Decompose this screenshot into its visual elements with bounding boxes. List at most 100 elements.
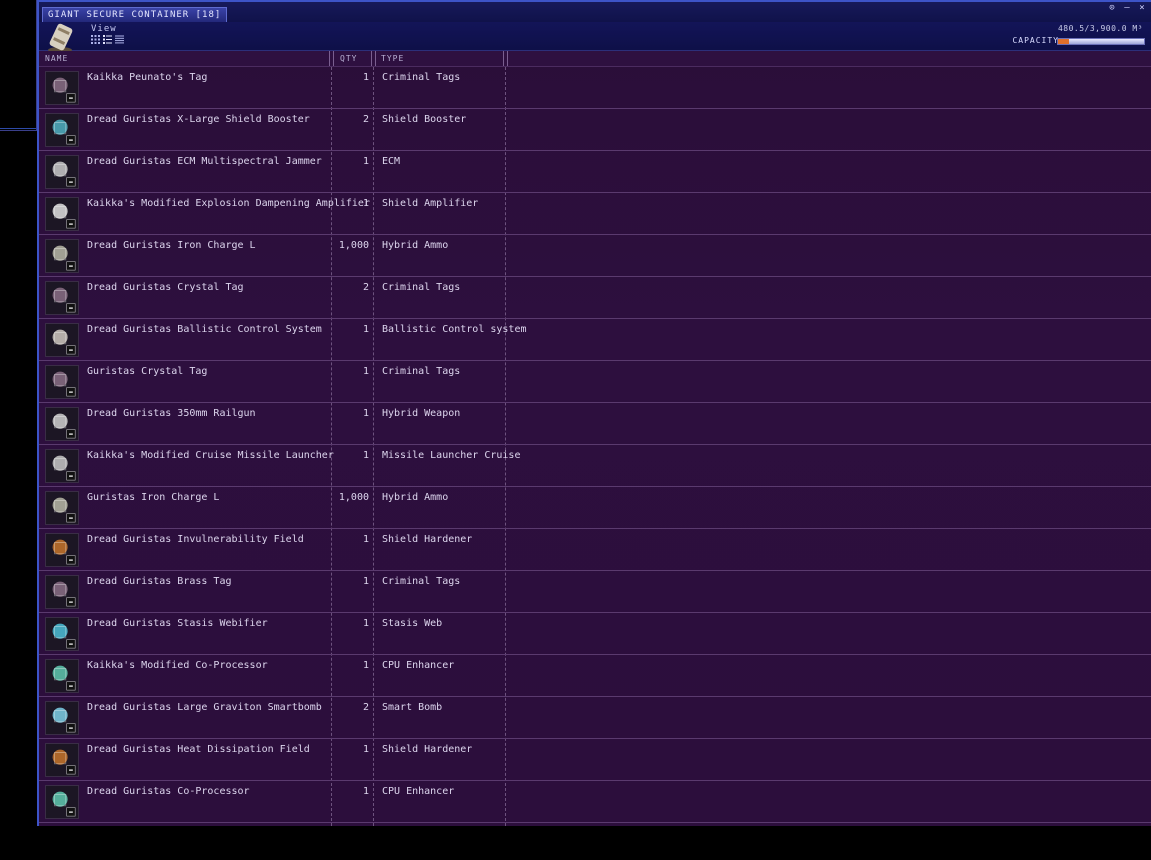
item-name: Dread Guristas Iron Charge L	[87, 240, 256, 251]
stasis-web-icon	[45, 617, 79, 651]
item-type: Criminal Tags	[382, 282, 461, 293]
smartbomb-icon	[45, 701, 79, 735]
item-name: Guristas Crystal Tag	[87, 366, 208, 377]
item-type: Missile Launcher Cruise	[382, 450, 521, 461]
shield-amplifier-icon	[45, 197, 79, 231]
item-qty: 1	[362, 744, 369, 755]
table-row[interactable]: Kaikka's Modified Co-Processor 1 CPU Enhan…	[39, 655, 1151, 697]
item-type: Hybrid Weapon	[382, 408, 461, 419]
table-row[interactable]: Kaikka's Modified Explosion Dampening Am…	[39, 193, 1151, 235]
tag-icon	[45, 365, 79, 399]
table-row[interactable]: Dread Guristas ECM Multispectral Jammer 1…	[39, 151, 1151, 193]
item-qty: 1	[362, 408, 369, 419]
item-name: Dread Guristas Stasis Webifier	[87, 618, 268, 629]
table-row[interactable]: Guristas Iron Charge L 1,000 Hybrid Ammo	[39, 487, 1151, 529]
table-row[interactable]: Dread Guristas Heat Dissipation Field 1 Sh…	[39, 739, 1151, 781]
item-type: Shield Hardener	[382, 534, 473, 545]
icon-view-icon[interactable]	[91, 35, 100, 44]
table-row[interactable]: Dread Guristas Large Graviton Smartbomb 2…	[39, 697, 1151, 739]
item-qty: 1	[362, 576, 369, 587]
missile-launcher-icon	[45, 449, 79, 483]
table-row[interactable]: Kaikka Peunato's Tag 1 Criminal Tags	[39, 67, 1151, 109]
item-name: Dread Guristas X-Large Shield Booster	[87, 114, 310, 125]
table-row[interactable]: Dread Guristas 350mm Railgun 1 Hybrid Weap…	[39, 403, 1151, 445]
cpu-icon	[45, 659, 79, 693]
cpu-icon	[45, 785, 79, 819]
item-qty: 1	[362, 366, 369, 377]
background-panel-edge	[0, 0, 37, 131]
capacity-label: CAPACITY	[1012, 36, 1059, 45]
view-label: View	[91, 24, 117, 34]
item-qty: 2	[362, 282, 369, 293]
item-type: Criminal Tags	[382, 72, 461, 83]
item-name: Dread Guristas Ballistic Control System	[87, 324, 322, 335]
list-view-icon[interactable]	[115, 35, 124, 44]
column-type-header[interactable]: TYPE	[381, 54, 404, 63]
item-type: Hybrid Ammo	[382, 240, 449, 251]
table-row[interactable]: Dread Guristas Crystal Tag 2 Criminal Tags	[39, 277, 1151, 319]
item-name: Dread Guristas ECM Multispectral Jammer	[87, 156, 322, 167]
capacity-fill	[1058, 39, 1069, 44]
tag-icon	[45, 575, 79, 609]
table-row[interactable]: Dread Guristas Brass Tag 1 Criminal Tags	[39, 571, 1151, 613]
ecm-icon	[45, 155, 79, 189]
details-view-icon[interactable]	[103, 35, 112, 44]
table-row[interactable]: Dread Guristas Co-Processor 1 CPU Enhancer	[39, 781, 1151, 823]
column-qty-header[interactable]: QTY	[340, 54, 357, 63]
item-list: Kaikka Peunato's Tag 1 Criminal Tags Dread …	[39, 67, 1151, 826]
item-qty: 1	[362, 786, 369, 797]
capacity-value: 480.5/3,900.0 M³	[1057, 24, 1143, 33]
ballistic-control-icon	[45, 323, 79, 357]
ammo-icon	[45, 491, 79, 525]
view-mode-toggle	[91, 35, 124, 44]
item-type: Smart Bomb	[382, 702, 443, 713]
title-bar[interactable]: GIANT SECURE CONTAINER [18] ⊙ – ×	[39, 2, 1151, 22]
table-row[interactable]: Kaikka's Modified Cruise Missile Launche…	[39, 445, 1151, 487]
item-qty: 1,000	[338, 492, 369, 503]
railgun-icon	[45, 407, 79, 441]
table-row[interactable]: Dread Guristas Iron Charge L 1,000 Hybrid …	[39, 235, 1151, 277]
column-header: NAME QTY TYPE	[39, 51, 1151, 67]
item-type: Stasis Web	[382, 618, 443, 629]
table-row[interactable]: Dread Guristas Ballistic Control System 1…	[39, 319, 1151, 361]
shield-booster-icon	[45, 113, 79, 147]
table-row[interactable]: Dread Guristas X-Large Shield Booster 2 Sh…	[39, 109, 1151, 151]
background-panel-line	[0, 128, 36, 129]
column-resize-handle[interactable]	[503, 51, 508, 66]
column-resize-handle[interactable]	[371, 51, 376, 66]
item-name: Guristas Iron Charge L	[87, 492, 220, 503]
item-qty: 1	[362, 156, 369, 167]
item-name: Dread Guristas 350mm Railgun	[87, 408, 256, 419]
item-qty: 1	[362, 618, 369, 629]
item-type: Shield Hardener	[382, 744, 473, 755]
item-qty: 1	[362, 324, 369, 335]
shield-hardener-icon	[45, 533, 79, 567]
capacity-bar	[1057, 38, 1145, 45]
item-type: Criminal Tags	[382, 366, 461, 377]
window-controls: ⊙ – ×	[1107, 3, 1147, 13]
shield-hardener-icon	[45, 743, 79, 777]
options-icon[interactable]: ⊙	[1107, 3, 1117, 13]
item-name: Kaikka's Modified Co-Processor	[87, 660, 268, 671]
item-name: Dread Guristas Large Graviton Smartbomb	[87, 702, 322, 713]
close-icon[interactable]: ×	[1137, 3, 1147, 13]
item-qty: 1	[362, 660, 369, 671]
table-row[interactable]: Dread Guristas Stasis Webifier 1 Stasis We…	[39, 613, 1151, 655]
minimize-icon[interactable]: –	[1122, 3, 1132, 13]
item-type: Ballistic Control system	[382, 324, 527, 335]
item-type: CPU Enhancer	[382, 786, 455, 797]
item-name: Dread Guristas Invulnerability Field	[87, 534, 304, 545]
item-qty: 2	[362, 114, 369, 125]
item-name: Dread Guristas Brass Tag	[87, 576, 232, 587]
item-name: Kaikka's Modified Explosion Dampening Am…	[87, 198, 370, 209]
table-row[interactable]: Dread Guristas Invulnerability Field 1 Shi…	[39, 529, 1151, 571]
container-header: View 480.5/3,900.0 M³ CAPACITY	[39, 22, 1151, 53]
item-name: Kaikka Peunato's Tag	[87, 72, 208, 83]
item-type: Hybrid Ammo	[382, 492, 449, 503]
column-resize-handle[interactable]	[329, 51, 334, 66]
column-name-header[interactable]: NAME	[45, 54, 68, 63]
ammo-icon	[45, 239, 79, 273]
item-qty: 1	[362, 72, 369, 83]
item-qty: 1	[362, 198, 369, 209]
table-row[interactable]: Guristas Crystal Tag 1 Criminal Tags	[39, 361, 1151, 403]
